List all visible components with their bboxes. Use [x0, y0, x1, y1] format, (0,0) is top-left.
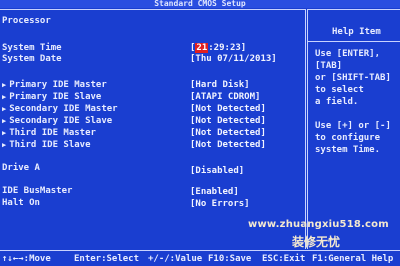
key-hint-exit: ESC:Exit: [262, 254, 306, 264]
section-title: Processor: [2, 16, 51, 26]
setup-title-bar: Standard CMOS Setup: [0, 0, 400, 8]
primary-ide-master-value: [Hard Disk]: [190, 80, 250, 90]
ide-busmaster-value[interactable]: [Enabled]: [190, 187, 239, 197]
ide-busmaster-label: IDE BusMaster: [2, 186, 73, 196]
system-date-value[interactable]: [Thu 07/11/2013]: [190, 54, 277, 64]
third-ide-master-label: Third IDE Master: [9, 128, 96, 138]
system-time-hour-field[interactable]: 21: [195, 43, 209, 53]
halt-on-value[interactable]: [No Errors]: [190, 199, 250, 209]
help-line: to select: [315, 85, 364, 95]
drive-a-value[interactable]: [Disabled]: [190, 166, 244, 176]
secondary-ide-master-item[interactable]: ▶ Secondary IDE Master: [2, 104, 118, 114]
third-ide-slave-label: Third IDE Slave: [9, 140, 91, 150]
system-time-rest: :29:23]: [208, 43, 247, 53]
third-ide-master-value: [Not Detected]: [190, 128, 266, 138]
help-line: Use [ENTER],: [315, 49, 381, 59]
third-ide-slave-value: [Not Detected]: [190, 140, 266, 150]
third-ide-master-item[interactable]: ▶ Third IDE Master: [2, 128, 96, 138]
submenu-arrow-icon: ▶: [2, 93, 7, 101]
key-hint-select: Enter:Select: [74, 254, 140, 264]
help-line: to configure: [315, 133, 381, 143]
submenu-arrow-icon: ▶: [2, 129, 7, 137]
help-line: Use [+] or [-]: [315, 121, 391, 131]
system-time-label: System Time: [2, 43, 62, 53]
submenu-arrow-icon: ▶: [2, 105, 7, 113]
key-hint-move: ↑↓←→:Move: [2, 254, 51, 264]
primary-ide-slave-value: [ATAPI CDROM]: [190, 92, 261, 102]
secondary-ide-slave-value: [Not Detected]: [190, 116, 266, 126]
primary-ide-slave-item[interactable]: ▶ Primary IDE Slave: [2, 92, 101, 102]
system-date-label: System Date: [2, 54, 62, 64]
help-line: system Time.: [315, 145, 381, 155]
secondary-ide-master-label: Secondary IDE Master: [9, 104, 118, 114]
secondary-ide-master-value: [Not Detected]: [190, 104, 266, 114]
submenu-arrow-icon: ▶: [2, 81, 7, 89]
key-legend-bar: ↑↓←→:Move Enter:Select +/-/:Value F10:Sa…: [0, 250, 400, 266]
key-hint-value: +/-/:Value: [148, 254, 203, 264]
help-title: Help Item: [332, 27, 381, 37]
key-hint-save: F10:Save: [208, 254, 252, 264]
help-line: a field.: [315, 97, 359, 107]
secondary-ide-slave-label: Secondary IDE Slave: [9, 116, 113, 126]
halt-on-label: Halt On: [2, 198, 40, 208]
help-divider: [308, 41, 400, 42]
key-hint-help: F1:General Help: [312, 254, 394, 264]
submenu-arrow-icon: ▶: [2, 117, 7, 125]
watermark-text: 装修无忧: [292, 235, 341, 249]
primary-ide-master-item[interactable]: ▶ Primary IDE Master: [2, 80, 107, 90]
primary-ide-slave-label: Primary IDE Slave: [9, 92, 102, 102]
system-time-value[interactable]: [21:29:23]: [190, 43, 246, 53]
primary-ide-master-label: Primary IDE Master: [9, 80, 107, 90]
help-line: or [SHIFT-TAB]: [315, 73, 391, 83]
secondary-ide-slave-item[interactable]: ▶ Secondary IDE Slave: [2, 116, 112, 126]
drive-a-label: Drive A: [2, 163, 40, 173]
third-ide-slave-item[interactable]: ▶ Third IDE Slave: [2, 140, 91, 150]
help-line: [TAB]: [315, 61, 343, 71]
watermark-url: www.zhuangxiu518.com: [248, 219, 389, 230]
submenu-arrow-icon: ▶: [2, 141, 7, 149]
setup-title: Standard CMOS Setup: [154, 0, 246, 8]
